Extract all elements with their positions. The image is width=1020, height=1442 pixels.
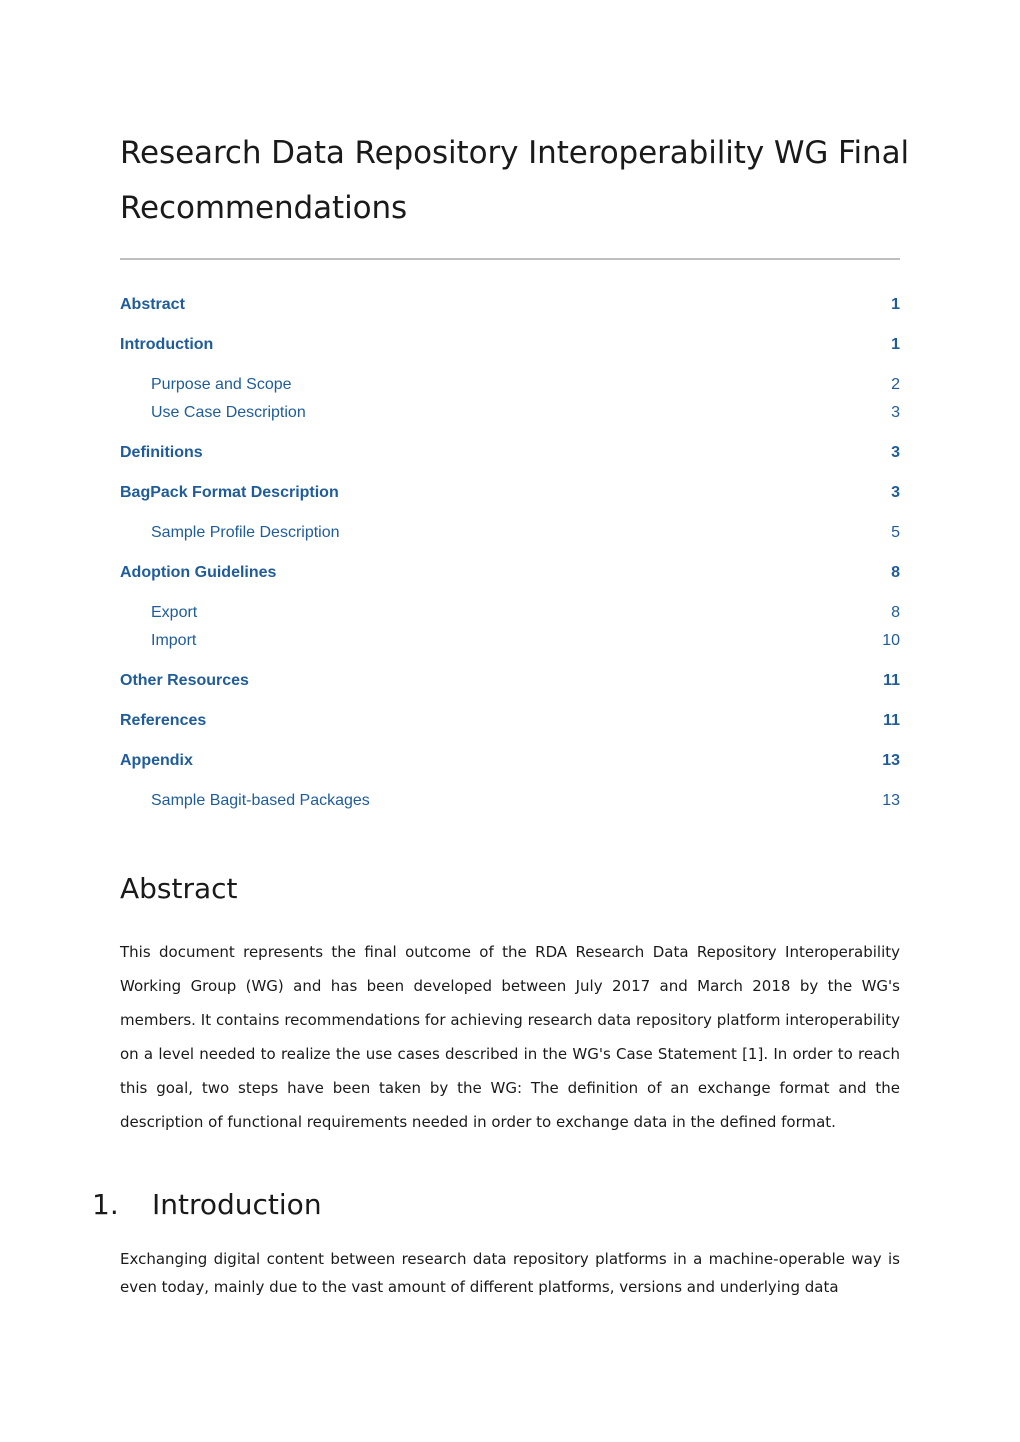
toc-entry[interactable]: Sample Bagit-based Packages 13 xyxy=(120,792,900,820)
toc-entry-page: 1 xyxy=(891,296,900,313)
toc-entry-page: 11 xyxy=(883,672,900,689)
toc-entry-label: Use Case Description xyxy=(151,404,306,421)
table-of-contents: Abstract 1 Introduction 1 Purpose and Scope 2… xyxy=(120,296,900,820)
toc-entry-label: Introduction xyxy=(120,336,214,353)
toc-entry[interactable]: Definitions 3 xyxy=(120,444,900,484)
toc-entry-page: 13 xyxy=(882,752,900,769)
toc-entry-label: Other Resources xyxy=(120,672,249,689)
toc-entry-label: Sample Profile Description xyxy=(151,524,340,541)
toc-entry-page: 8 xyxy=(891,604,900,621)
toc-entry-page: 13 xyxy=(882,792,900,809)
toc-entry[interactable]: Abstract 1 xyxy=(120,296,900,336)
toc-entry-page: 3 xyxy=(891,444,900,461)
section-heading-abstract: Abstract xyxy=(120,872,238,905)
toc-entry-label: References xyxy=(120,712,207,729)
introduction-paragraph: Exchanging digital content between resea… xyxy=(120,1250,900,1296)
toc-entry[interactable]: Sample Profile Description 5 xyxy=(120,524,900,552)
toc-entry-label: BagPack Format Description xyxy=(120,484,339,501)
section-heading-introduction: 1. Introduction xyxy=(92,1188,322,1222)
toc-entry-label: Definitions xyxy=(120,444,203,461)
toc-entry[interactable]: Purpose and Scope 2 xyxy=(120,376,900,404)
toc-entry-label: Import xyxy=(151,632,197,649)
toc-entry[interactable]: Adoption Guidelines 8 xyxy=(120,564,900,604)
toc-entry-label: Export xyxy=(151,604,198,621)
toc-entry-label: Purpose and Scope xyxy=(151,376,292,393)
toc-entry-page: 10 xyxy=(882,632,900,649)
toc-entry[interactable]: Other Resources 11 xyxy=(120,672,900,712)
toc-entry[interactable]: Import 10 xyxy=(120,632,900,660)
toc-entry-label: Sample Bagit-based Packages xyxy=(151,792,370,809)
toc-entry-label: Appendix xyxy=(120,752,193,769)
toc-entry-page: 5 xyxy=(891,524,900,541)
title-divider xyxy=(120,258,900,260)
toc-entry-label: Abstract xyxy=(120,296,185,313)
document-page: Research Data Repository Interoperabilit… xyxy=(0,0,1020,1442)
toc-entry[interactable]: Export 8 xyxy=(120,604,900,632)
abstract-paragraph: This document represents the final outco… xyxy=(120,943,900,1131)
toc-entry-label: Adoption Guidelines xyxy=(120,564,277,581)
section-title: Introduction xyxy=(152,1188,322,1221)
toc-entry-page: 11 xyxy=(883,712,900,729)
toc-entry[interactable]: BagPack Format Description 3 xyxy=(120,484,900,524)
page-title: Research Data Repository Interoperabilit… xyxy=(120,135,909,226)
toc-entry-page: 3 xyxy=(891,404,900,421)
toc-entry-page: 2 xyxy=(891,376,900,393)
toc-entry-page: 3 xyxy=(891,484,900,501)
toc-entry-page: 8 xyxy=(891,564,900,581)
toc-entry[interactable]: Appendix 13 xyxy=(120,752,900,792)
section-number: 1. xyxy=(92,1188,119,1221)
toc-entry[interactable]: Use Case Description 3 xyxy=(120,404,900,432)
toc-entry[interactable]: Introduction 1 xyxy=(120,336,900,376)
toc-entry[interactable]: References 11 xyxy=(120,712,900,752)
toc-entry-page: 1 xyxy=(891,336,900,353)
